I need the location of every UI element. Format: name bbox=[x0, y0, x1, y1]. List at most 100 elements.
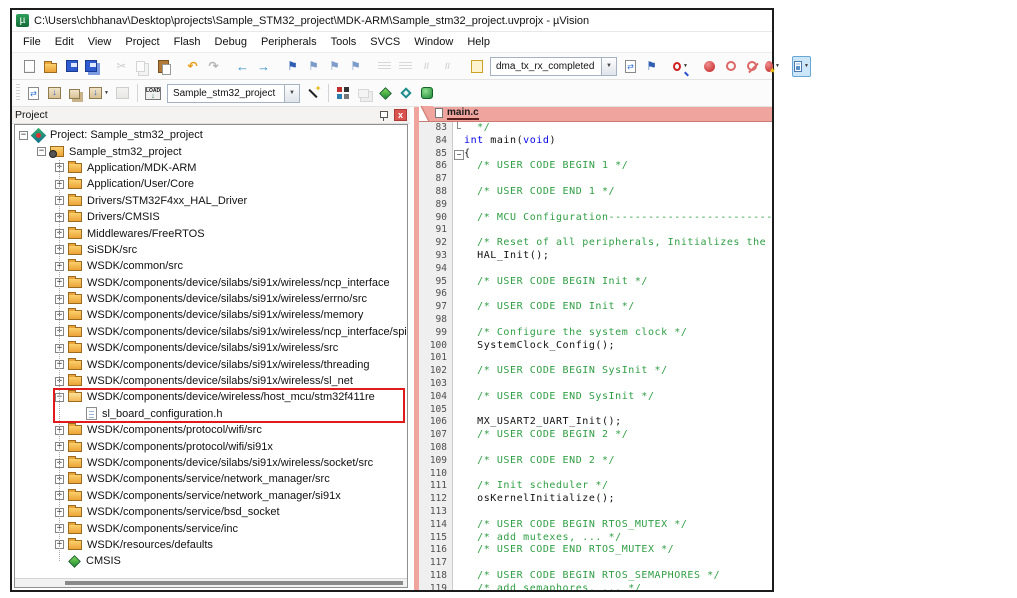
bookmark-toggle-button[interactable]: ⚑ bbox=[283, 56, 302, 77]
menu-edit[interactable]: Edit bbox=[48, 34, 81, 50]
tree-item[interactable]: +Middlewares/FreeRTOS bbox=[15, 225, 407, 241]
save-button[interactable] bbox=[62, 56, 81, 77]
bookmark-prev-button[interactable]: ⚑ bbox=[325, 56, 344, 77]
redo-button[interactable]: ↷ bbox=[204, 56, 223, 77]
comment-button[interactable]: // bbox=[417, 56, 436, 77]
navigate-back-button[interactable]: ← bbox=[233, 56, 252, 77]
tree-item[interactable]: +Application/MDK-ARM bbox=[15, 160, 407, 176]
manage-rte-button[interactable] bbox=[376, 83, 395, 104]
tree-item[interactable]: +WSDK/components/device/silabs/si91x/wir… bbox=[15, 307, 407, 323]
tree-expander-icon[interactable]: − bbox=[37, 147, 46, 156]
find-combo[interactable]: dma_tx_rx_completed▼ bbox=[490, 57, 617, 76]
manage-project-items-button[interactable] bbox=[334, 83, 353, 104]
tree-item[interactable]: sl_board_configuration.h bbox=[15, 406, 407, 422]
bookmark-clear-button[interactable]: ⚑ bbox=[346, 56, 365, 77]
project-tree[interactable]: −Project: Sample_stm32_project−Sample_st… bbox=[15, 125, 407, 578]
tree-item[interactable]: −Sample_stm32_project bbox=[15, 143, 407, 159]
paste-button[interactable] bbox=[154, 56, 173, 77]
tree-item[interactable]: +WSDK/components/protocol/wifi/src bbox=[15, 422, 407, 438]
close-panel-button[interactable]: x bbox=[394, 109, 407, 121]
unindent-button[interactable] bbox=[396, 56, 415, 77]
fold-open-icon[interactable] bbox=[453, 148, 464, 161]
multi-project-button[interactable] bbox=[355, 83, 374, 104]
translate-file-button[interactable] bbox=[24, 83, 43, 104]
code-area[interactable]: 83 */84int main(void)85{86 /* USER CODE … bbox=[419, 122, 772, 590]
stop-build-button[interactable] bbox=[113, 83, 132, 104]
tree-item-label: Drivers/CMSIS bbox=[87, 211, 160, 223]
build-button[interactable] bbox=[45, 83, 64, 104]
menu-view[interactable]: View bbox=[81, 34, 119, 50]
tree-item[interactable]: −WSDK/components/device/wireless/host_mc… bbox=[15, 389, 407, 405]
incremental-find-button[interactable]: ⚑ bbox=[642, 56, 661, 77]
tree-item[interactable]: +WSDK/components/device/silabs/si91x/wir… bbox=[15, 324, 407, 340]
pin-icon[interactable] bbox=[379, 110, 388, 121]
tree-item[interactable]: +WSDK/components/device/silabs/si91x/wir… bbox=[15, 275, 407, 291]
tree-expander-icon[interactable]: − bbox=[19, 131, 28, 140]
tree-item[interactable]: CMSIS bbox=[15, 553, 407, 569]
pack-installer-button[interactable] bbox=[418, 83, 437, 104]
download-button[interactable]: LOAD bbox=[143, 83, 163, 104]
tree-item[interactable]: +WSDK/components/service/network_manager… bbox=[15, 471, 407, 487]
menu-debug[interactable]: Debug bbox=[208, 34, 254, 50]
menu-file[interactable]: File bbox=[16, 34, 48, 50]
find-combo-dropdown-icon[interactable]: ▼ bbox=[602, 57, 617, 76]
breakpoint-toggle-button[interactable] bbox=[700, 56, 719, 77]
breakpoint-enable-button[interactable] bbox=[721, 56, 740, 77]
horizontal-scrollbar-thumb[interactable] bbox=[65, 581, 403, 585]
indent-button[interactable] bbox=[375, 56, 394, 77]
code-text: /* add semaphores, ... */ bbox=[464, 583, 641, 590]
tree-item[interactable]: +WSDK/components/device/silabs/si91x/wir… bbox=[15, 340, 407, 356]
breakpoint-kill-all-button[interactable]: ▼ bbox=[763, 56, 782, 77]
cut-button[interactable]: ✂ bbox=[112, 56, 131, 77]
fold-margin bbox=[453, 506, 464, 519]
navigate-forward-button[interactable]: → bbox=[254, 56, 273, 77]
tree-item[interactable]: +Drivers/STM32F4xx_HAL_Driver bbox=[15, 193, 407, 209]
tab-main-c[interactable]: main.c bbox=[433, 106, 485, 121]
copy-button[interactable] bbox=[133, 56, 152, 77]
tree-item[interactable]: −Project: Sample_stm32_project bbox=[15, 127, 407, 143]
uncomment-button[interactable]: // bbox=[438, 56, 457, 77]
tree-item[interactable]: +WSDK/components/device/silabs/si91x/wir… bbox=[15, 373, 407, 389]
folder-open-icon bbox=[68, 392, 82, 402]
tree-item[interactable]: +WSDK/components/device/silabs/si91x/wir… bbox=[15, 455, 407, 471]
target-combo-dropdown-icon[interactable]: ▼ bbox=[285, 84, 300, 103]
horizontal-scrollbar[interactable] bbox=[15, 578, 407, 587]
tree-item[interactable]: +WSDK/common/src bbox=[15, 258, 407, 274]
target-combo[interactable]: Sample_stm32_project▼ bbox=[167, 84, 300, 103]
fold-margin bbox=[453, 519, 464, 532]
tree-item[interactable]: +WSDK/components/protocol/wifi/si91x bbox=[15, 438, 407, 454]
select-software-packs-button[interactable] bbox=[397, 83, 416, 104]
menu-tools[interactable]: Tools bbox=[324, 34, 364, 50]
tree-item[interactable]: +WSDK/components/device/silabs/si91x/wir… bbox=[15, 291, 407, 307]
open-file-button[interactable] bbox=[41, 56, 60, 77]
options-for-target-button[interactable] bbox=[304, 83, 323, 104]
undo-button[interactable]: ↶ bbox=[183, 56, 202, 77]
breakpoint-disable-all-button[interactable] bbox=[742, 56, 761, 77]
search-button[interactable]: ▼ bbox=[671, 56, 690, 77]
menu-help[interactable]: Help bbox=[460, 34, 497, 50]
save-all-button[interactable] bbox=[83, 56, 102, 77]
find-in-files-button[interactable] bbox=[621, 56, 640, 77]
menu-svcs[interactable]: SVCS bbox=[363, 34, 407, 50]
code-line: 86 /* USER CODE BEGIN 1 */ bbox=[419, 160, 772, 173]
tree-item[interactable]: +WSDK/components/service/bsd_socket bbox=[15, 504, 407, 520]
tree-item[interactable]: +SiSDK/src bbox=[15, 242, 407, 258]
tree-item[interactable]: +WSDK/components/service/network_manager… bbox=[15, 488, 407, 504]
menu-window[interactable]: Window bbox=[407, 34, 460, 50]
fold-margin bbox=[453, 544, 464, 557]
tree-item[interactable]: +WSDK/components/device/silabs/si91x/wir… bbox=[15, 356, 407, 372]
tree-item[interactable]: +WSDK/resources/defaults bbox=[15, 537, 407, 553]
tree-item[interactable]: +Application/User/Core bbox=[15, 176, 407, 192]
bookmark-next-button[interactable]: ⚑ bbox=[304, 56, 323, 77]
rebuild-button[interactable] bbox=[66, 83, 85, 104]
batch-build-button[interactable]: ▼ bbox=[87, 83, 111, 104]
find-config-button[interactable] bbox=[467, 56, 486, 77]
new-file-button[interactable] bbox=[20, 56, 39, 77]
tree-item[interactable]: +Drivers/CMSIS bbox=[15, 209, 407, 225]
tree-item[interactable]: +WSDK/components/service/inc bbox=[15, 520, 407, 536]
menu-project[interactable]: Project bbox=[118, 34, 166, 50]
menu-peripherals[interactable]: Peripherals bbox=[254, 34, 324, 50]
menu-flash[interactable]: Flash bbox=[167, 34, 208, 50]
window-layout-button[interactable]: ▼ bbox=[792, 56, 811, 77]
code-text: /* Configure the system clock */ bbox=[464, 327, 687, 340]
